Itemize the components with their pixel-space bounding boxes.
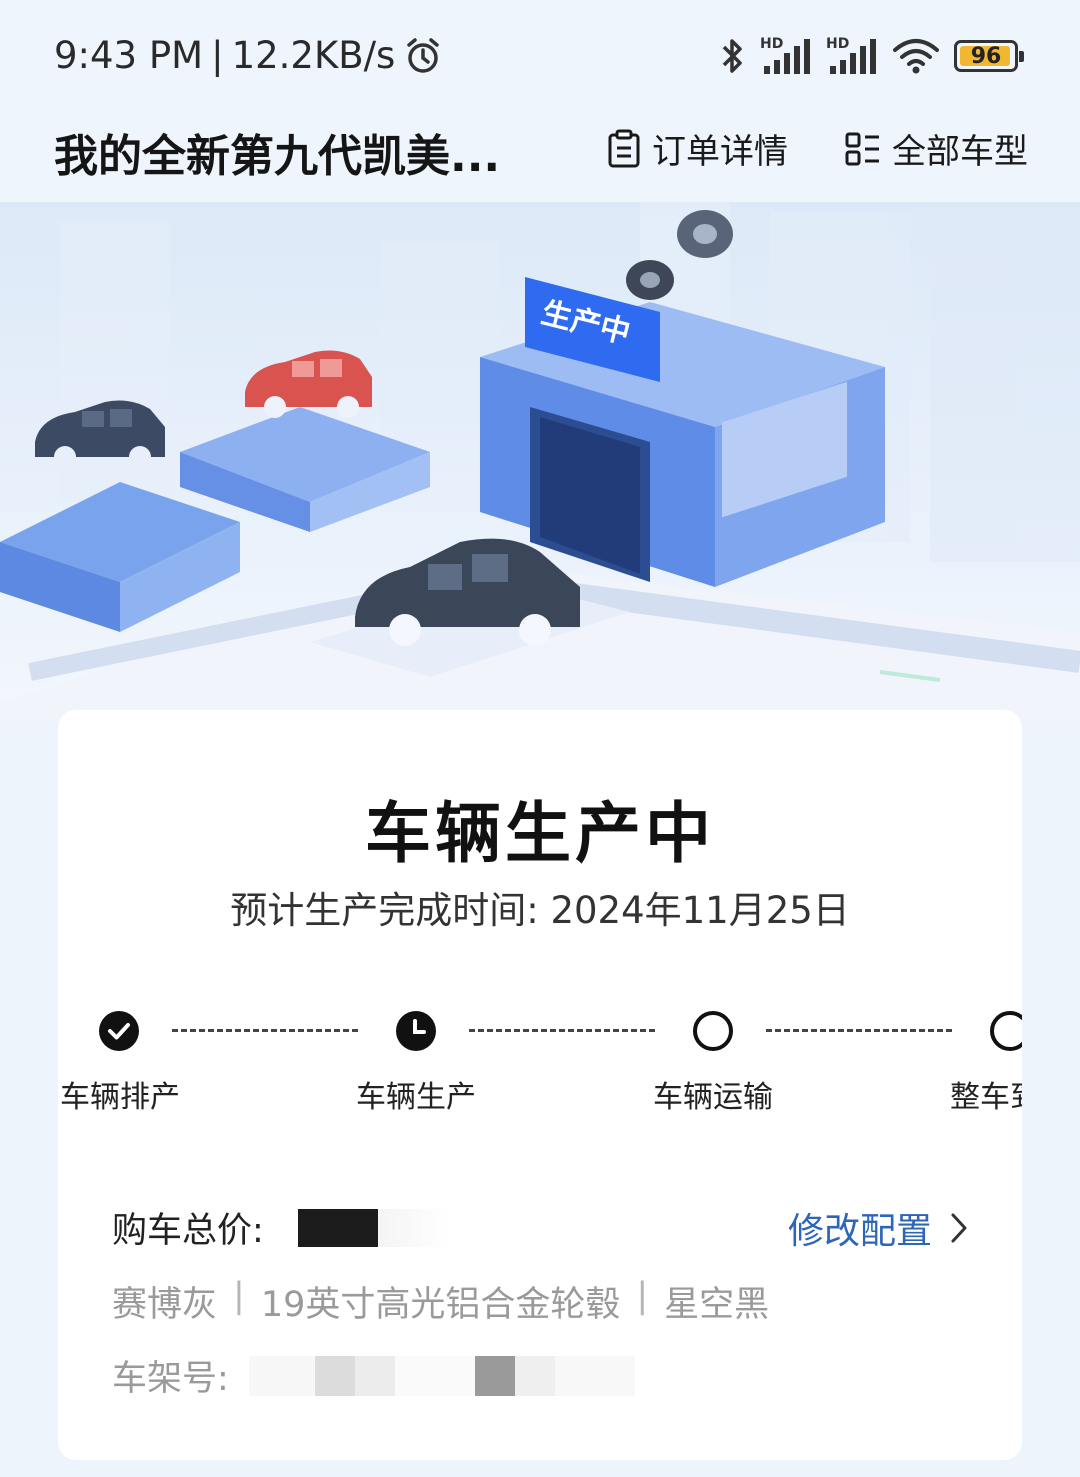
vin-redaction — [248, 1355, 635, 1396]
status-net-speed: 12.2KB/s — [231, 34, 396, 77]
step-connector — [469, 1029, 655, 1032]
production-status-title: 车辆生产中 — [365, 795, 715, 872]
config-separator: | — [233, 1276, 245, 1316]
price-row: 购车总价: — [112, 1202, 448, 1253]
signal-icon: HD — [760, 36, 812, 76]
bluetooth-icon — [722, 39, 742, 73]
config-summary: 赛博灰 | 19英寸高光铝合金轮毂 | 星空黑 — [112, 1276, 769, 1327]
empty-circle-icon — [990, 1011, 1022, 1051]
order-status-card: 车辆生产中 预计生产完成时间: 2024年11月25日 车辆排产 车辆生产 车辆… — [58, 710, 1022, 1460]
battery-icon: 96 — [954, 40, 1024, 72]
status-time: 9:43 PM — [54, 34, 204, 77]
step-label-production: 车辆生产 — [356, 1080, 476, 1115]
step-label-delivery: 整车到 — [950, 1080, 1022, 1115]
price-label: 购车总价: — [112, 1211, 264, 1251]
eta-label: 预计生产完成时间: — [230, 889, 539, 932]
step-connector — [172, 1029, 358, 1032]
modify-config-label: 修改配置 — [787, 1211, 932, 1252]
clock-icon — [396, 1011, 436, 1051]
progress-stepper: 车辆排产 车辆生产 车辆运输 整车到 — [58, 1010, 1022, 1120]
config-color: 赛博灰 — [112, 1285, 218, 1325]
step-label-scheduling: 车辆排产 — [60, 1080, 180, 1115]
price-redaction-blur — [377, 1208, 448, 1247]
config-interior: 星空黑 — [664, 1285, 770, 1325]
vin-row: 车架号: — [112, 1350, 635, 1401]
order-detail-label: 订单详情 — [652, 132, 788, 172]
empty-circle-icon — [693, 1011, 733, 1051]
order-detail-button[interactable]: 订单详情 — [606, 124, 788, 173]
modify-config-button[interactable]: 修改配置 — [788, 1202, 968, 1254]
status-right: HD HD 96 — [718, 36, 1024, 76]
factory-scene: 生产中 — [0, 202, 1080, 722]
page-title: 我的全新第九代凯美... — [54, 131, 501, 182]
alarm-icon — [407, 37, 440, 73]
battery-level: 96 — [970, 43, 1002, 69]
status-left: 9:43 PM | 12.2KB/s — [54, 34, 443, 77]
chevron-right-icon — [951, 1213, 967, 1243]
eta-line: 预计生产完成时间: 2024年11月25日 — [58, 880, 1022, 934]
status-divider: | — [211, 34, 224, 77]
step-connector — [766, 1029, 952, 1032]
production-illustration: 生产中 — [0, 202, 1080, 722]
step-label-transport: 车辆运输 — [653, 1080, 773, 1115]
status-bar: 9:43 PM | 12.2KB/s HD HD 96 — [0, 0, 1080, 110]
list-grid-icon — [845, 132, 879, 165]
signal-icon: HD — [826, 36, 878, 76]
price-redaction — [297, 1208, 378, 1247]
all-models-label: 全部车型 — [892, 132, 1028, 172]
config-separator: | — [636, 1276, 649, 1316]
app-header: 我的全新第九代凯美... 订单详情 全部车型 — [0, 110, 1080, 202]
config-wheels: 19英寸高光铝合金轮毂 — [260, 1285, 621, 1325]
clipboard-icon — [608, 129, 640, 167]
wifi-icon — [893, 39, 939, 74]
check-circle-icon — [99, 1011, 139, 1051]
all-models-button[interactable]: 全部车型 — [844, 124, 1028, 173]
eta-value: 2024年11月25日 — [550, 889, 850, 932]
vin-label: 车架号: — [112, 1359, 229, 1399]
